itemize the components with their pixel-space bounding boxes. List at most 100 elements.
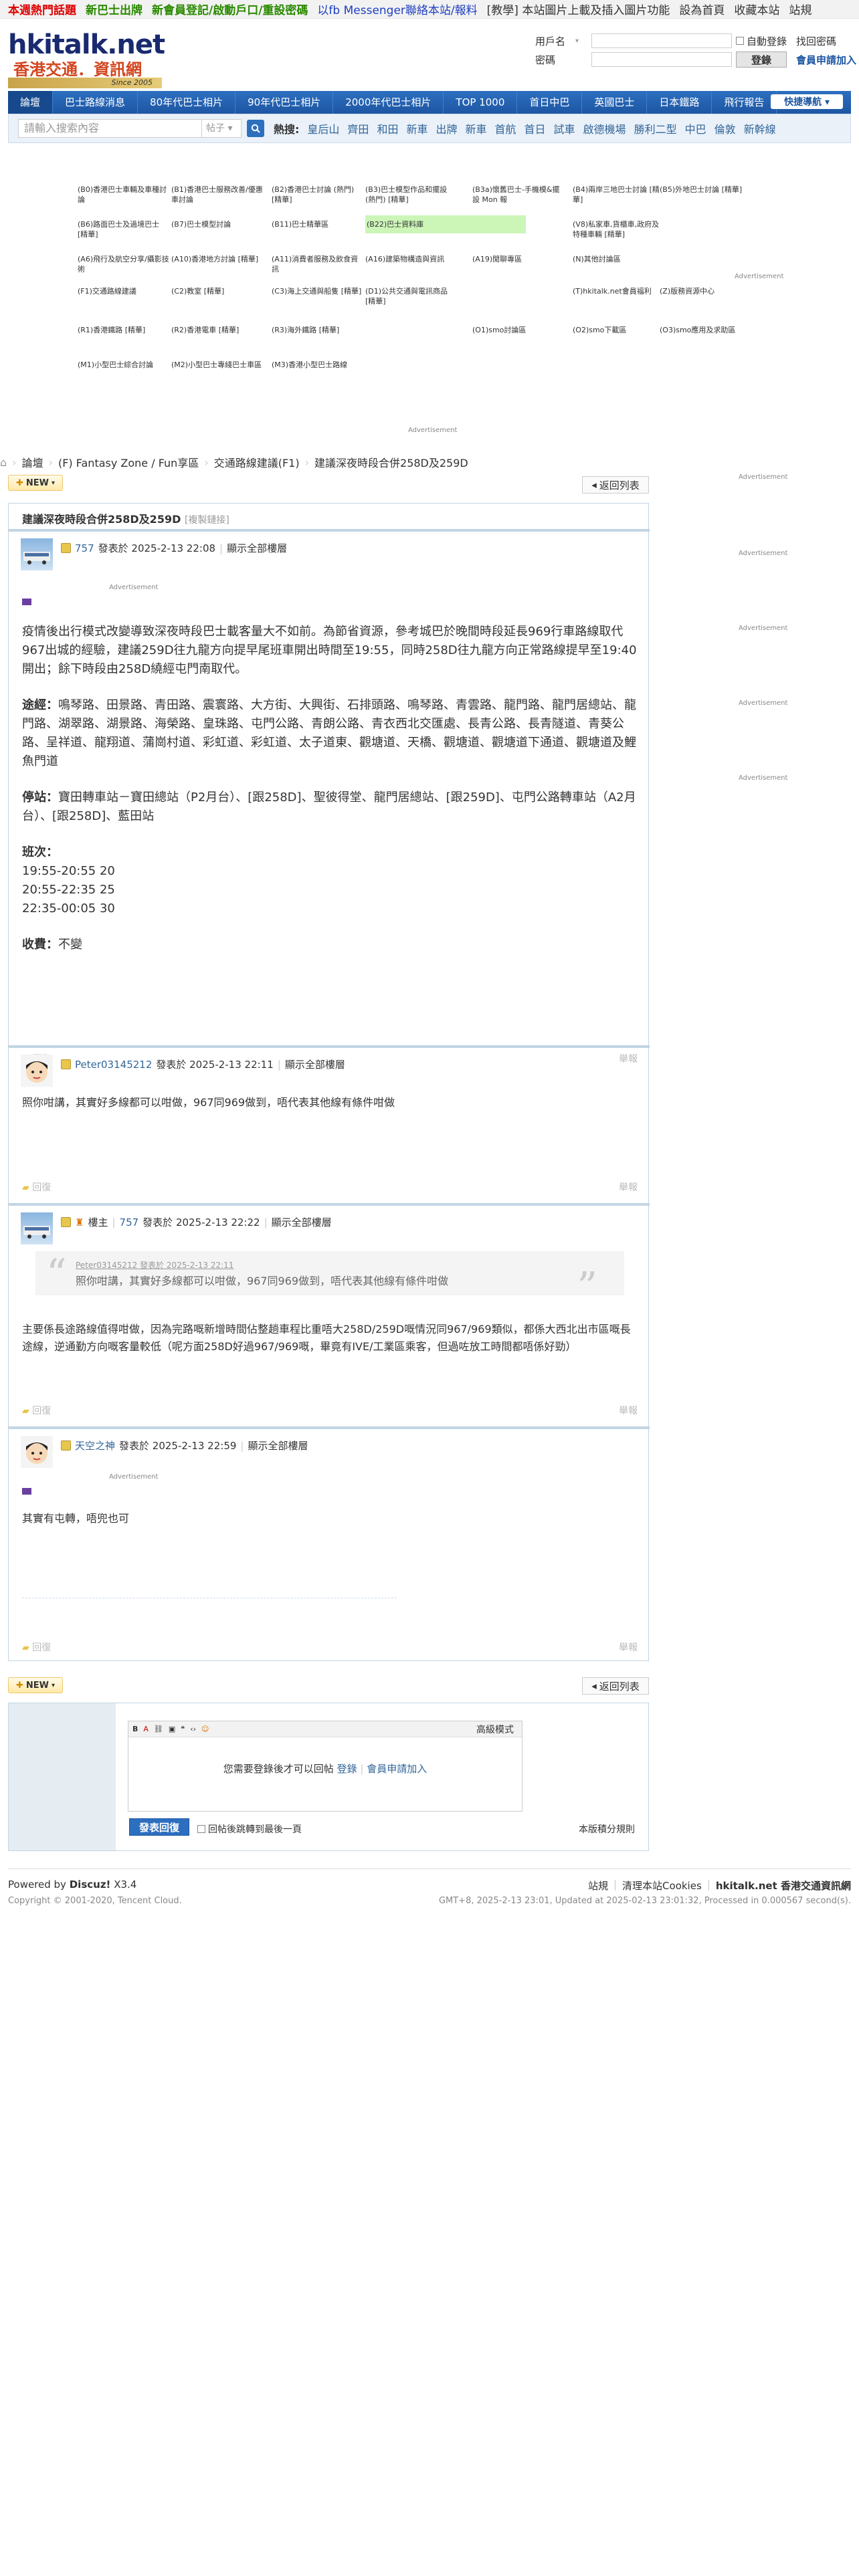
forum-link[interactable]: (V8)私家車,貨櫃車,政府及特種車輛 [精華] <box>573 219 666 239</box>
top-link-rules[interactable]: 站規 <box>789 1 812 17</box>
reply-link[interactable]: ▰ 回復 <box>22 1642 51 1653</box>
reply-login-link[interactable]: 登錄 <box>337 1763 357 1775</box>
forgot-password-link[interactable]: 找回密碼 <box>796 34 836 48</box>
avatar[interactable] <box>21 538 53 570</box>
forum-link[interactable]: (T)hkitalk.net會員福利 <box>573 286 666 296</box>
search-type-select[interactable]: 帖子 ▾ <box>201 119 242 138</box>
register-link[interactable]: 會員申請加入 <box>796 53 856 67</box>
forum-link[interactable]: (B0)香港巴士車輛及車種討論 <box>78 185 171 205</box>
home-icon[interactable]: ⌂ <box>0 456 7 469</box>
forum-link[interactable]: (B3a)懷舊巴士-手機模&擺設 Mon 報 <box>472 185 566 205</box>
footer-cookies-link[interactable]: 清理本站Cookies <box>622 1879 702 1893</box>
nav-item-cmb[interactable]: 首日中巴 <box>517 91 583 114</box>
hot-term[interactable]: 新幹線 <box>744 120 776 136</box>
hot-term[interactable]: 首航 <box>495 120 516 136</box>
show-all-floors-link[interactable]: 顯示全部樓層 <box>248 1438 308 1453</box>
username-input[interactable] <box>591 33 732 48</box>
top-link-messenger[interactable]: 以fb Messenger聯絡本站/報料 <box>317 1 477 17</box>
breadcrumb-thread[interactable]: 建議深夜時段合併258D及259D <box>314 454 468 470</box>
hot-term[interactable]: 首日 <box>524 120 546 136</box>
top-link-homepage[interactable]: 設為首頁 <box>679 1 725 17</box>
hot-term[interactable]: 皇后山 <box>307 120 339 136</box>
forum-link[interactable]: (R2)香港電車 [精華] <box>171 325 265 335</box>
post-author[interactable]: 天空之神 <box>75 1438 115 1453</box>
hot-term[interactable]: 啟德機場 <box>583 120 626 136</box>
hot-term[interactable]: 中巴 <box>685 120 706 136</box>
nav-item-bus-news[interactable]: 巴士路線消息 <box>53 91 138 114</box>
submit-reply-button[interactable]: 發表回復 <box>129 1818 189 1836</box>
breadcrumb-route-suggestion[interactable]: 交通路線建議(F1) <box>214 454 300 470</box>
forum-link[interactable]: (A16)建築物構造與資訊 <box>365 254 459 264</box>
new-post-button[interactable]: ✚ NEW ▾ <box>8 1677 63 1693</box>
search-button[interactable] <box>247 120 264 137</box>
forum-link[interactable]: (C2)教室 [精華] <box>171 286 265 296</box>
nav-item-2000s[interactable]: 2000年代巴士相片 <box>333 91 444 114</box>
nav-item-80s[interactable]: 80年代巴士相片 <box>138 91 236 114</box>
smiley-icon[interactable]: ☺ <box>201 1725 209 1733</box>
avatar[interactable] <box>21 1436 53 1468</box>
top-link-bookmark[interactable]: 收藏本站 <box>734 1 779 17</box>
hot-term[interactable]: 新車 <box>465 120 486 136</box>
quote-meta[interactable]: Peter03145212 發表於 2025-2-13 22:11 <box>76 1259 584 1271</box>
auto-login-checkbox[interactable] <box>736 37 744 45</box>
forum-link[interactable]: (M3)香港小型巴士路線 <box>272 360 365 370</box>
jump-last-checkbox[interactable] <box>197 1825 205 1833</box>
copy-link[interactable]: [複製鏈接] <box>185 515 229 526</box>
credit-rules-link[interactable]: 本版積分規則 <box>579 1822 635 1836</box>
footer-rules-link[interactable]: 站規 <box>588 1879 608 1893</box>
hot-term[interactable]: 出牌 <box>436 120 457 136</box>
hot-topics-link[interactable]: 本週熱門話題 <box>8 1 76 17</box>
hot-term[interactable]: 和田 <box>377 120 398 136</box>
discuz-link[interactable]: Discuz! <box>70 1879 111 1891</box>
report-link[interactable]: 舉報 <box>619 1180 638 1194</box>
forum-link[interactable]: (O2)smo下載區 <box>573 325 666 335</box>
show-all-floors-link[interactable]: 顯示全部樓層 <box>227 541 287 555</box>
quote-icon[interactable]: ❝ <box>181 1725 185 1733</box>
forum-link[interactable]: (M1)小型巴士綜合討論 <box>78 360 171 370</box>
nav-item-flight[interactable]: 飛行報告 <box>712 91 777 114</box>
forum-link[interactable]: (A11)消費者服務及飲食資訊 <box>272 254 365 274</box>
image-icon[interactable]: ▣ <box>169 1725 175 1733</box>
forum-link[interactable]: (B11)巴士精華區 <box>272 219 365 229</box>
nav-item-uk-bus[interactable]: 英國巴士 <box>582 91 648 114</box>
post-author[interactable]: Peter03145212 <box>75 1059 152 1071</box>
top-link-new-bus[interactable]: 新巴士出牌 <box>86 1 142 17</box>
password-input[interactable] <box>591 52 732 67</box>
forum-link[interactable]: (B4)兩岸三地巴士討論 [精華] <box>573 185 666 205</box>
top-link-upload-help[interactable]: [教學] 本站圖片上載及插入圖片功能 <box>487 1 670 17</box>
hot-term[interactable]: 齊田 <box>347 120 369 136</box>
hot-term[interactable]: 倫敦 <box>714 120 736 136</box>
footer-site-link[interactable]: hkitalk.net 香港交通資訊網 <box>716 1879 851 1893</box>
code-icon[interactable]: ‹› <box>190 1725 196 1733</box>
forum-link[interactable]: (B3)巴士模型作品和擺設 (熱門) [精華] <box>365 185 459 205</box>
report-link[interactable]: 舉報 <box>619 1640 638 1654</box>
forum-link[interactable]: (F1)交通路線建議 <box>78 286 171 296</box>
new-post-button[interactable]: ✚ NEW ▾ <box>8 475 63 491</box>
forum-link[interactable]: (O3)smo應用及求助區 <box>660 325 753 335</box>
reply-link[interactable]: ▰ 回復 <box>22 1406 51 1416</box>
forum-link[interactable]: (C3)海上交通與船隻 [精華] <box>272 286 365 296</box>
show-all-floors-link[interactable]: 顯示全部樓層 <box>272 1215 332 1229</box>
forum-link[interactable]: (B1)香港巴士服務改善/優惠車討論 <box>171 185 265 205</box>
nav-item-japan-rail[interactable]: 日本鐵路 <box>647 91 712 114</box>
show-all-floors-link[interactable]: 顯示全部樓層 <box>285 1057 345 1071</box>
site-logo[interactable]: hkitalk.net 香港交通．資訊網 Since 2005 <box>8 29 165 88</box>
nav-item-forum[interactable]: 論壇 <box>8 91 54 114</box>
quick-nav-button[interactable]: 快捷導航 ▾ <box>771 94 843 109</box>
bold-icon[interactable]: B <box>132 1725 138 1733</box>
forum-link[interactable]: (Z)版務資源中心 <box>660 286 753 296</box>
hot-term[interactable]: 勝利二型 <box>634 120 677 136</box>
report-link[interactable]: 舉報 <box>619 1404 638 1417</box>
top-link-register[interactable]: 新會員登記/啟動戶口/重設密碼 <box>152 1 308 17</box>
nav-item-top1000[interactable]: TOP 1000 <box>444 91 518 114</box>
forum-link[interactable]: (R3)海外鐵路 [精華] <box>272 325 365 335</box>
advanced-mode-link[interactable]: 高級模式 <box>476 1723 514 1736</box>
forum-link[interactable]: (A19)閒聊專區 <box>472 254 566 264</box>
forum-link[interactable]: (B5)外地巴士討論 [精華] <box>660 185 753 195</box>
forum-link[interactable]: (B2)香港巴士討論 (熱門) [精華] <box>272 185 365 205</box>
avatar[interactable] <box>21 1212 53 1245</box>
search-input[interactable]: 請輸入搜索內容 <box>18 119 202 138</box>
post-author[interactable]: 757 <box>120 1216 139 1228</box>
link-icon[interactable]: ⛓ <box>154 1725 163 1733</box>
avatar[interactable] <box>21 1055 53 1087</box>
